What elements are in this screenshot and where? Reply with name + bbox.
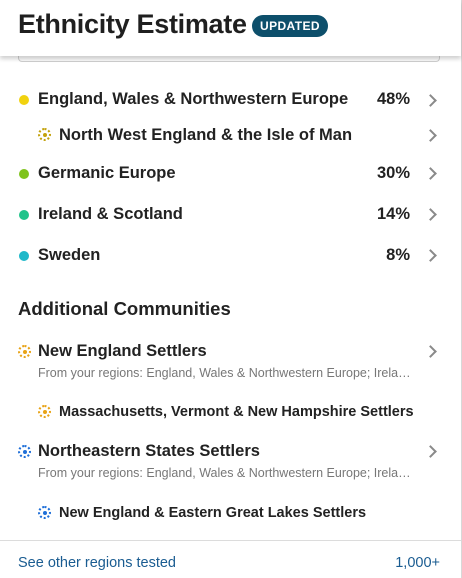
community-ring-icon: [38, 128, 51, 141]
community-subgroup-name: Massachusetts, Vermont & New Hampshire S…: [59, 404, 414, 420]
panel-footer: See other regions tested 1,000+: [0, 540, 461, 578]
chevron-right-icon[interactable]: [424, 208, 437, 221]
region-name: Sweden: [38, 246, 101, 264]
region-name: Ireland & Scotland: [38, 205, 183, 223]
updated-badge: UPDATED: [252, 15, 328, 37]
region-row-germanic-europe[interactable]: Germanic Europe 30%: [0, 162, 461, 188]
regions-tested-count: 1,000+: [395, 555, 440, 571]
additional-communities-heading: Additional Communities: [18, 298, 231, 319]
community-row-northeastern-states-settlers[interactable]: Northeastern States Settlers From your r…: [0, 440, 461, 484]
region-percent: 8%: [386, 246, 410, 264]
panel-header: Ethnicity Estimate UPDATED: [0, 0, 461, 56]
chevron-right-icon[interactable]: [424, 167, 437, 180]
region-row-ireland-scotland[interactable]: Ireland & Scotland 14%: [0, 203, 461, 229]
scroll-area-edge: [18, 56, 440, 62]
region-color-dot: [19, 210, 29, 220]
community-regions-text: From your regions: England, Wales & Nort…: [38, 366, 416, 380]
chevron-right-icon[interactable]: [424, 94, 437, 107]
subregion-name: North West England & the Isle of Man: [59, 126, 353, 144]
community-row-new-england-settlers[interactable]: New England Settlers From your regions: …: [0, 340, 461, 384]
chevron-right-icon[interactable]: [424, 445, 437, 458]
region-percent: 48%: [376, 90, 410, 108]
region-row-england[interactable]: England, Wales & Northwestern Europe 48%: [0, 88, 461, 114]
region-name: England, Wales & Northwestern Europe: [38, 90, 349, 108]
subregion-row-north-west-england[interactable]: North West England & the Isle of Man: [0, 124, 461, 148]
community-ring-icon: [18, 445, 31, 458]
chevron-right-icon[interactable]: [424, 345, 437, 358]
community-subgroup-name: New England & Eastern Great Lakes Settle…: [59, 505, 367, 521]
community-ring-icon: [38, 506, 51, 519]
ethnicity-panel: Ethnicity Estimate UPDATED England, Wale…: [0, 0, 462, 578]
see-other-regions-link[interactable]: See other regions tested: [18, 555, 176, 571]
chevron-right-icon[interactable]: [424, 129, 437, 142]
page-title: Ethnicity Estimate: [18, 9, 247, 39]
community-subgroup-ne-eastern-great-lakes[interactable]: New England & Eastern Great Lakes Settle…: [0, 503, 461, 525]
chevron-right-icon[interactable]: [424, 249, 437, 262]
community-name: New England Settlers: [38, 342, 207, 360]
region-color-dot: [19, 169, 29, 179]
community-ring-icon: [18, 345, 31, 358]
community-regions-text: From your regions: England, Wales & Nort…: [38, 466, 416, 480]
region-color-dot: [19, 251, 29, 261]
region-name: Germanic Europe: [38, 164, 176, 182]
region-row-sweden[interactable]: Sweden 8%: [0, 244, 461, 270]
region-percent: 30%: [376, 164, 410, 182]
community-name: Northeastern States Settlers: [38, 442, 260, 460]
region-color-dot: [19, 95, 29, 105]
community-subgroup-mass-vermont-nh[interactable]: Massachusetts, Vermont & New Hampshire S…: [0, 402, 461, 424]
community-ring-icon: [38, 405, 51, 418]
region-percent: 14%: [376, 205, 410, 223]
